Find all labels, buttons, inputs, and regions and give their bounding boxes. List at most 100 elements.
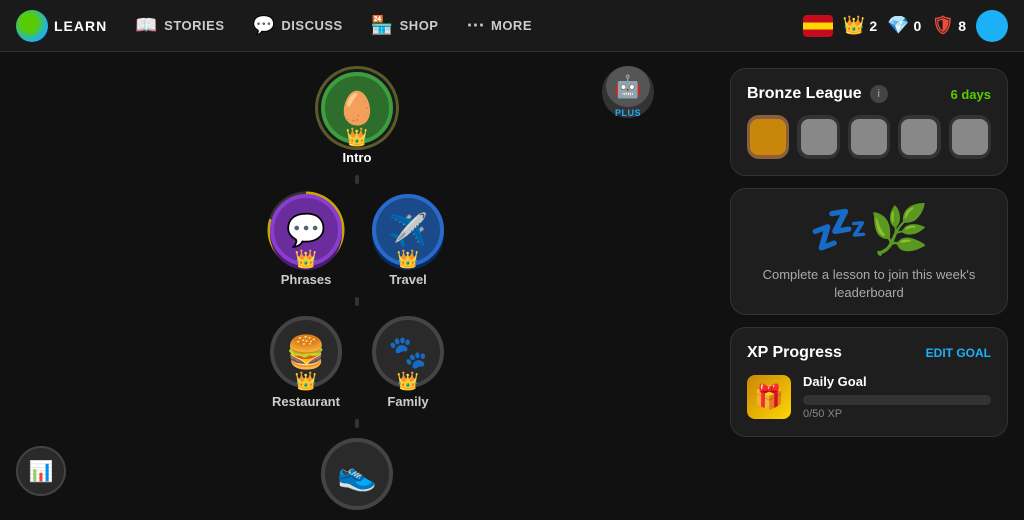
- duolingo-logo-icon: [16, 10, 48, 42]
- skill-node-travel[interactable]: ✈️ 👑 Travel: [372, 194, 444, 287]
- shield-stat[interactable]: 🛡 8: [931, 15, 966, 36]
- league-avatars: [747, 115, 991, 159]
- nav-item-more[interactable]: ⋯ MORE: [454, 9, 544, 42]
- travel-label: Travel: [389, 272, 427, 287]
- league-avatar-inner-3: [851, 119, 887, 155]
- family-crown: 👑: [397, 371, 419, 392]
- nav-item-stories[interactable]: 📖 STORIES: [123, 9, 236, 42]
- skill-row-2: 💬 👑 Phrases ✈️ 👑 Travel: [270, 194, 444, 287]
- league-info-button[interactable]: i: [870, 85, 888, 103]
- shop-icon: 🏪: [371, 15, 394, 36]
- league-header: Bronze League i 6 days: [747, 85, 991, 103]
- skill-node-phrases[interactable]: 💬 👑 Phrases: [270, 194, 342, 287]
- league-avatar-1[interactable]: [747, 115, 789, 159]
- daily-goal-label: Daily Goal: [803, 374, 991, 389]
- xp-progress-card: XP Progress EDIT GOAL 🎁 Daily Goal 0/50 …: [730, 327, 1008, 437]
- skill-tree-panel: 🤖 PLUS 🥚 👑 Intro: [0, 52, 714, 520]
- shield-count: 8: [958, 18, 966, 34]
- skill-circle-intro: 🥚 👑: [321, 72, 393, 144]
- nav-label-shop: SHOP: [400, 18, 439, 33]
- bronze-league-card: Bronze League i 6 days: [730, 68, 1008, 176]
- xp-bar-background: [803, 395, 991, 405]
- plus-avatar[interactable]: 🤖 PLUS: [602, 66, 654, 118]
- league-avatar-inner-2: [801, 119, 837, 155]
- connector-2: [355, 297, 359, 306]
- right-panel: Bronze League i 6 days: [714, 52, 1024, 520]
- phrases-label: Phrases: [281, 272, 332, 287]
- phrases-crown: 👑: [295, 249, 317, 270]
- skill-circle-family: 🐾 👑: [372, 316, 444, 388]
- intro-label: Intro: [343, 150, 372, 165]
- user-avatar[interactable]: [976, 10, 1008, 42]
- navigation: LEARN 📖 STORIES 💬 DISCUSS 🏪 SHOP ⋯ MORE …: [0, 0, 1024, 52]
- phrases-emoji: 💬: [286, 211, 326, 249]
- family-label: Family: [387, 394, 428, 409]
- sleep-emoji: 💤🌿: [809, 201, 929, 258]
- travel-emoji: ✈️: [388, 211, 428, 249]
- skill-row-4: 👟: [321, 438, 393, 510]
- plus-label: PLUS: [615, 108, 641, 118]
- league-avatar-4[interactable]: [898, 115, 940, 159]
- league-avatar-inner-1: [750, 119, 786, 155]
- floating-chart-button[interactable]: 📊: [16, 446, 66, 496]
- xp-goal-info: Daily Goal 0/50 XP: [803, 374, 991, 420]
- league-avatar-2[interactable]: [797, 115, 839, 159]
- restaurant-crown: 👑: [295, 371, 317, 392]
- travel-crown: 👑: [397, 249, 419, 270]
- league-avatar-inner-5: [952, 119, 988, 155]
- skill-circle-restaurant: 🍔 👑: [270, 316, 342, 388]
- intro-crown: 👑: [346, 127, 368, 148]
- crown-icon: 👑: [843, 15, 865, 36]
- skill-circle-phrases: 💬 👑: [270, 194, 342, 266]
- info-icon: i: [877, 88, 879, 100]
- main-layout: 🤖 PLUS 🥚 👑 Intro: [0, 52, 1024, 520]
- skill-circle-bottom: 👟: [321, 438, 393, 510]
- gem-count: 0: [914, 18, 922, 34]
- edit-goal-button[interactable]: EDIT GOAL: [926, 346, 991, 360]
- shield-icon: 🛡: [931, 15, 954, 36]
- xp-goal-row: 🎁 Daily Goal 0/50 XP: [747, 374, 991, 420]
- nav-label-discuss: DISCUSS: [281, 18, 342, 33]
- intro-emoji: 🥚: [337, 89, 377, 127]
- gem-icon: 💎: [887, 15, 909, 36]
- skill-node-family[interactable]: 🐾 👑 Family: [372, 316, 444, 409]
- more-icon: ⋯: [466, 15, 485, 36]
- family-emoji: 🐾: [388, 333, 428, 371]
- nav-brand-label: LEARN: [54, 18, 107, 34]
- nav-label-more: MORE: [491, 18, 532, 33]
- sleep-text: Complete a lesson to join this week's le…: [743, 266, 995, 302]
- xp-title: XP Progress: [747, 344, 842, 362]
- connector-1: [355, 175, 359, 184]
- xp-count: 0/50 XP: [803, 408, 991, 420]
- nav-item-discuss[interactable]: 💬 DISCUSS: [241, 9, 355, 42]
- chart-icon: 📊: [29, 459, 54, 484]
- skill-node-restaurant[interactable]: 🍔 👑 Restaurant: [270, 316, 342, 409]
- league-days: 6 days: [951, 87, 991, 102]
- skill-node-intro[interactable]: 🥚 👑 Intro: [321, 72, 393, 165]
- nav-right: 👑 2 💎 0 🛡 8: [803, 10, 1008, 42]
- nav-label-stories: STORIES: [164, 18, 224, 33]
- league-avatar-3[interactable]: [848, 115, 890, 159]
- skill-node-bottom[interactable]: 👟: [321, 438, 393, 510]
- phrases-wrapper: 💬 👑: [270, 194, 342, 266]
- leaderboard-sleep-card: 💤🌿 Complete a lesson to join this week's…: [730, 188, 1008, 315]
- plus-avatar-face: 🤖: [606, 66, 650, 107]
- restaurant-label: Restaurant: [272, 394, 340, 409]
- league-title: Bronze League: [747, 85, 862, 103]
- skill-tree: 🥚 👑 Intro 💬 👑: [270, 52, 444, 520]
- xp-header: XP Progress EDIT GOAL: [747, 344, 991, 362]
- language-flag-spain[interactable]: [803, 15, 833, 37]
- crown-count: 2: [869, 18, 877, 34]
- league-title-row: Bronze League i: [747, 85, 888, 103]
- league-avatar-5[interactable]: [949, 115, 991, 159]
- gem-stat[interactable]: 💎 0: [887, 15, 921, 36]
- stories-icon: 📖: [135, 15, 158, 36]
- skill-circle-travel: ✈️ 👑: [372, 194, 444, 266]
- restaurant-emoji: 🍔: [286, 333, 326, 371]
- crown-stat[interactable]: 👑 2: [843, 15, 877, 36]
- xp-chest-icon: 🎁: [747, 375, 791, 419]
- connector-3: [355, 419, 359, 428]
- nav-item-shop[interactable]: 🏪 SHOP: [359, 9, 451, 42]
- nav-logo[interactable]: LEARN: [16, 10, 107, 42]
- league-avatar-inner-4: [901, 119, 937, 155]
